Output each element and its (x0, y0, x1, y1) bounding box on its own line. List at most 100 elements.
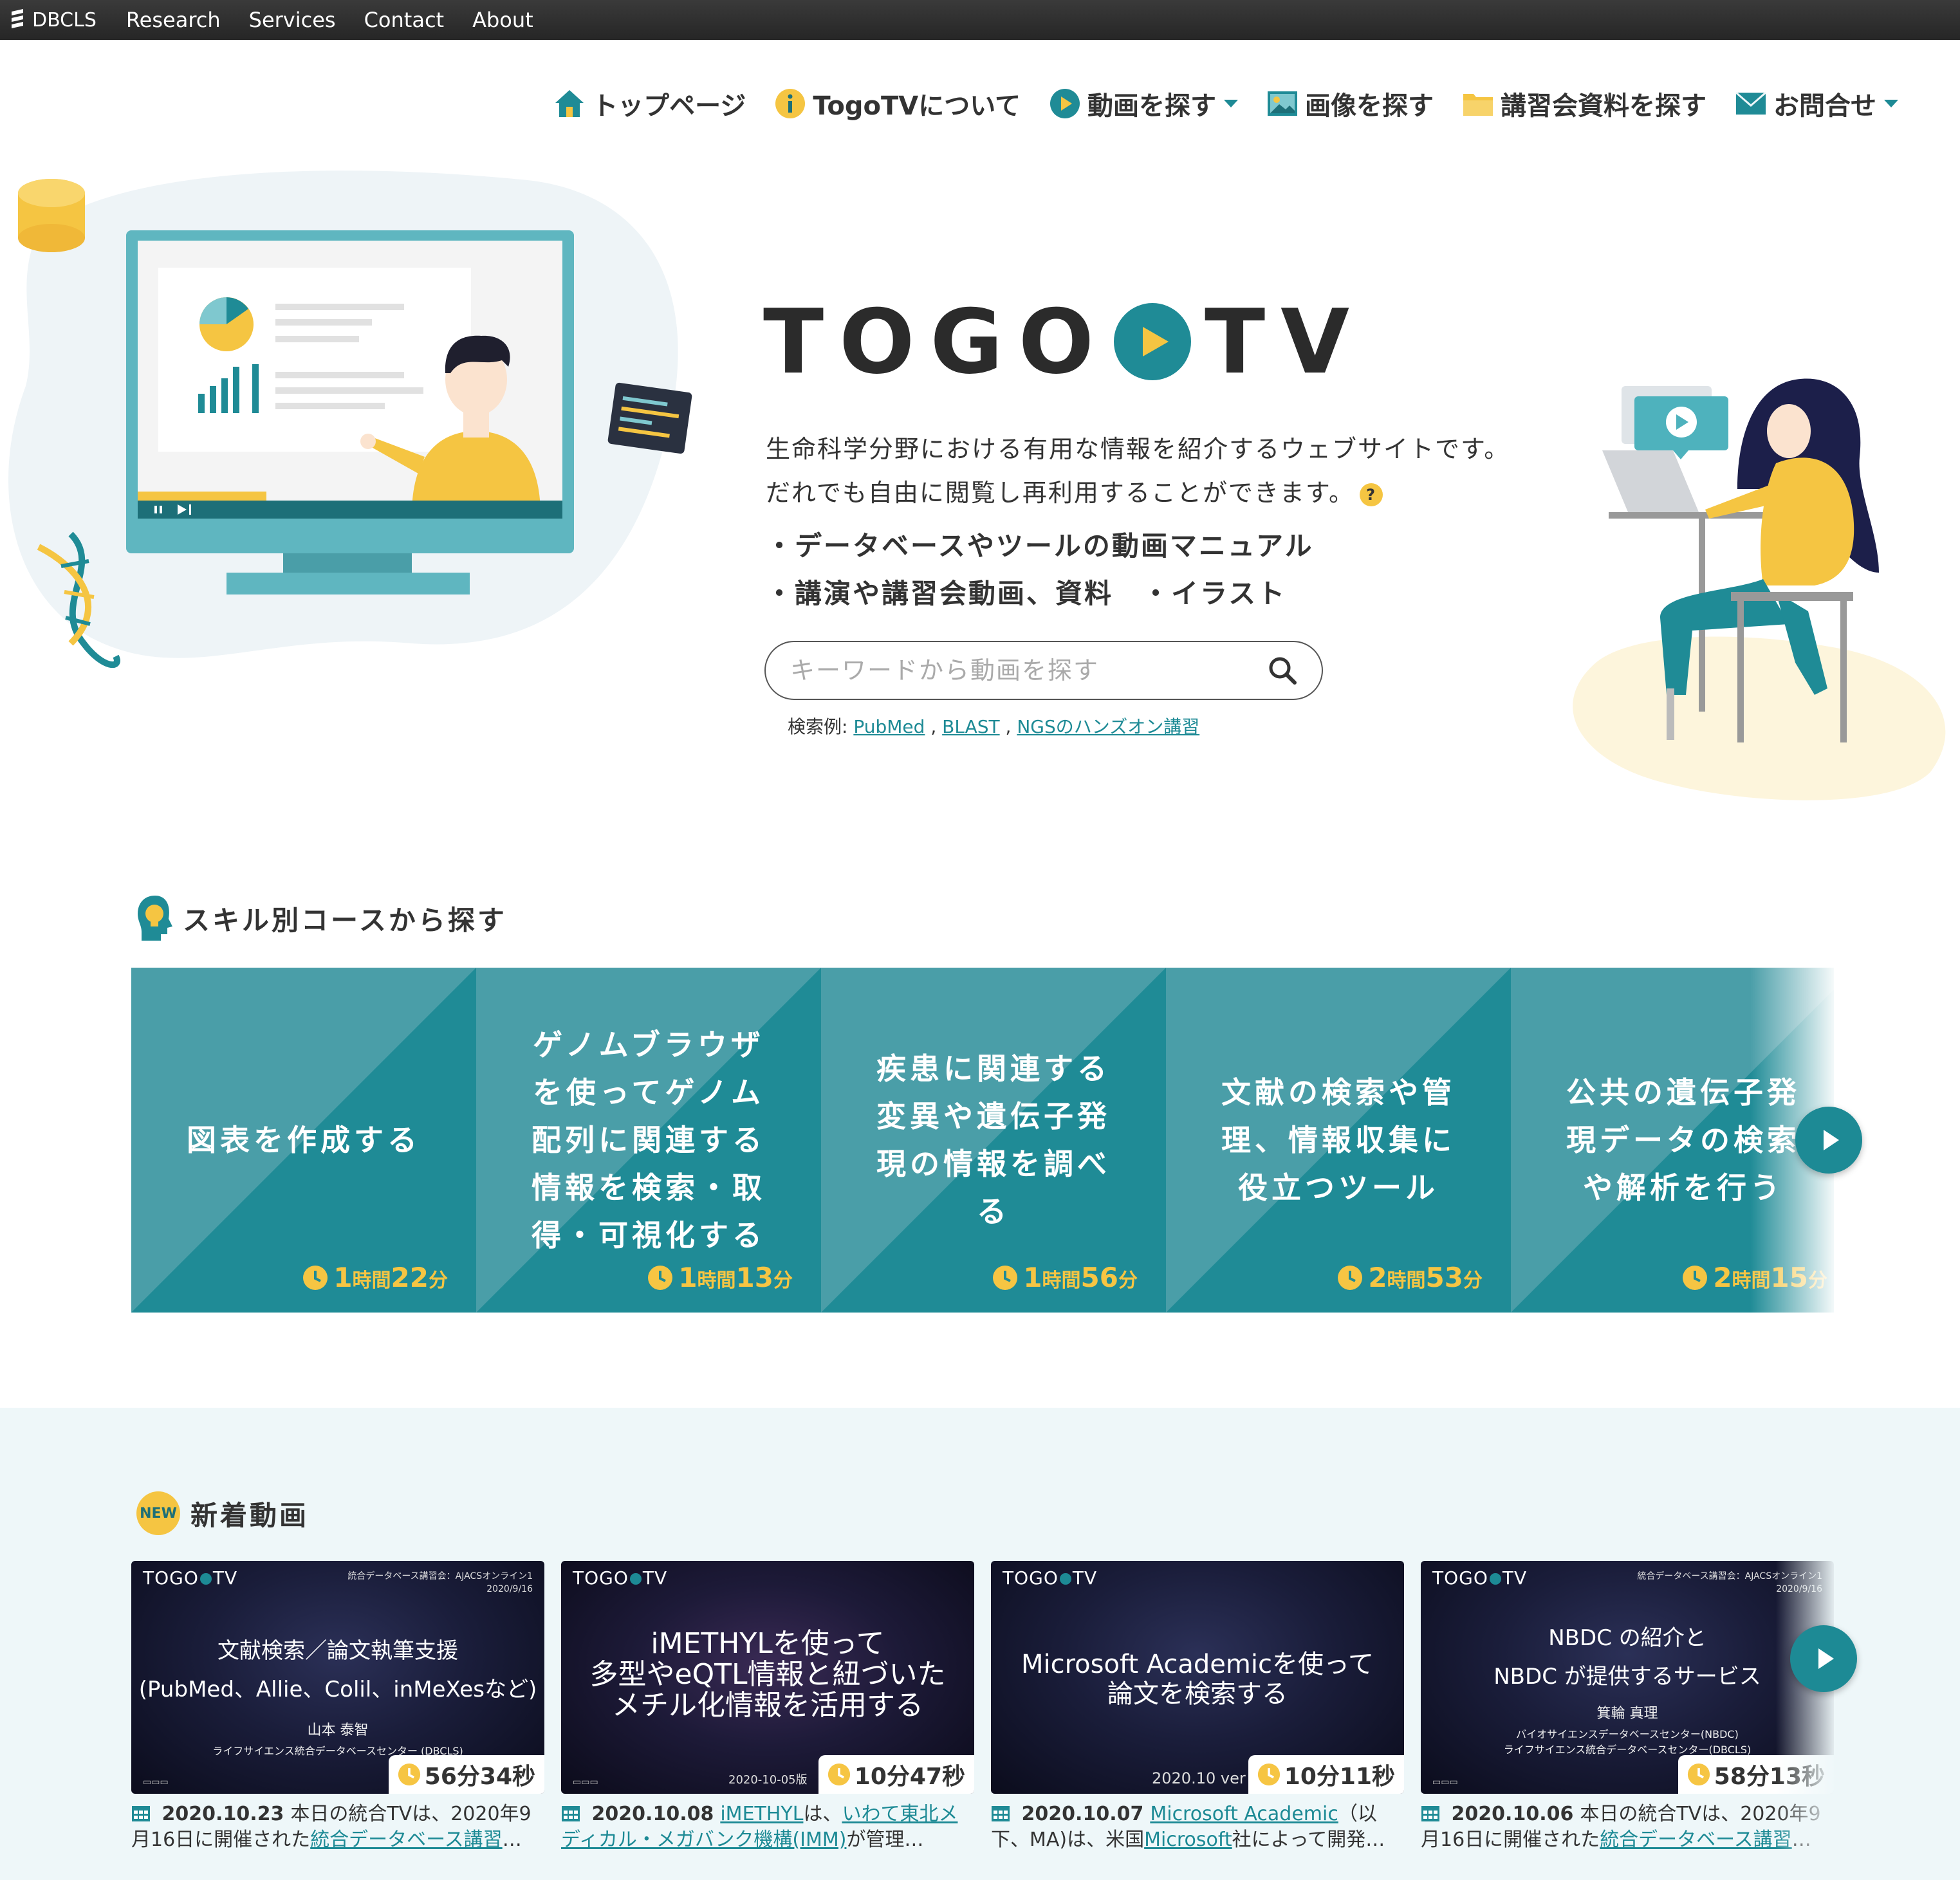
dbcls-brand[interactable]: DBCLS (10, 9, 97, 32)
example-link-ngs[interactable]: NGSのハンズオン講習 (1017, 716, 1199, 737)
course-duration: 2 時間 15 分 (1682, 1262, 1827, 1293)
video-desc-text: が管理… (846, 1829, 924, 1851)
course-carousel: 図表を作成する 1 時間 22 分 ゲノムブラウザを使ってゲノム配列に関連する情報を検… (131, 968, 1834, 1313)
search-icon[interactable] (1266, 654, 1299, 687)
help-icon[interactable]: ? (1360, 483, 1383, 506)
coin-stack-icon (18, 179, 85, 252)
clock-icon (993, 1265, 1018, 1290)
duration-text: 10分47秒 (854, 1764, 965, 1790)
dbcls-top-bar: DBCLS Research Services Contact About (0, 0, 1960, 40)
course-duration: 1 時間 56 分 (992, 1262, 1138, 1293)
duration-text: 56分34秒 (424, 1764, 535, 1790)
new-badge: NEW (136, 1491, 180, 1535)
thumb-logo-right: TV (1072, 1567, 1098, 1589)
nav-item-label: 画像を探す (1305, 91, 1434, 121)
arrow-right-icon (1824, 1130, 1839, 1150)
topbar-link-services[interactable]: Services (249, 8, 336, 32)
thumb-speaker: 山本 泰智 (307, 1722, 369, 1738)
cc-license-icon: ▭▭▭ (573, 1777, 598, 1787)
course-hours-unit: 時間 (352, 1269, 391, 1292)
video-thumbnail[interactable]: TOGO TV iMETHYLを使って 多型やeQTL情報と紐づいた メチル化情報… (561, 1561, 974, 1794)
hero-bullets: ・データベースやツールの動画マニュアル ・講演や講習会動画、資料 ・イラスト (766, 522, 1314, 618)
video-desc-link[interactable]: 統合データベース講習 (1600, 1829, 1792, 1851)
course-title: 文献の検索や管理、情報収集に役立つツール (1221, 1075, 1456, 1205)
nav-item-about-togotv[interactable]: TogoTVについて (774, 85, 1021, 122)
video-next-button[interactable] (1790, 1625, 1857, 1692)
nav-item-find-materials[interactable]: 講習会資料を探す (1462, 85, 1706, 122)
video-thumbnail[interactable]: TOGO TV 統合データベース講習会：AJACSオンライン1 2020/9/16… (131, 1561, 544, 1794)
course-minutes: 13 (735, 1262, 773, 1293)
search-examples-label: 検索例: (788, 716, 848, 737)
video-card[interactable]: TOGO TV iMETHYLを使って 多型やeQTL情報と紐づいた メチル化情報… (561, 1561, 974, 1857)
hero-description-line1: 生命科学分野における有用な情報を紹介するウェブサイトです。 (766, 435, 1510, 463)
thumbnail-info: 統合データベース講習会：AJACSオンライン1 2020/9/16 (1637, 1570, 1822, 1596)
thumb-title-line: NBDC が提供するサービス (1493, 1664, 1761, 1690)
nav-item-contact[interactable]: お問合せ (1735, 85, 1898, 122)
video-desc-link[interactable]: 統合データベース講習 (310, 1829, 503, 1851)
course-card[interactable]: 文献の検索や管理、情報収集に役立つツール 2 時間 53 分 (1166, 968, 1511, 1313)
course-hours: 1 (333, 1262, 353, 1293)
topbar-link-contact[interactable]: Contact (364, 8, 445, 32)
skill-course-heading: スキル別コースから探す (136, 894, 507, 942)
course-minutes-unit: 分 (429, 1269, 448, 1292)
video-desc-link[interactable]: Microsoft (1144, 1829, 1232, 1851)
new-videos-title: 新着動画 (190, 1499, 310, 1531)
calendar-icon (562, 1806, 580, 1821)
video-duration: 10分11秒 (1248, 1755, 1404, 1794)
video-duration: 56分34秒 (388, 1755, 544, 1794)
video-date: 2020.10.08 (591, 1803, 714, 1825)
video-date: 2020.10.07 (1021, 1803, 1144, 1825)
example-separator: , (1005, 716, 1012, 737)
course-minutes: 56 (1080, 1262, 1118, 1293)
video-card[interactable]: TOGO TV Microsoft Academicを使って 論文を検索する 20… (991, 1561, 1404, 1857)
thumbnail-logo: TOGO TV (1432, 1567, 1527, 1589)
course-card[interactable]: 図表を作成する 1 時間 22 分 (131, 968, 476, 1313)
hero-description-line2: だれでも自由に閲覧し再利用することができます。 (766, 479, 1355, 507)
video-thumbnail[interactable]: TOGO TV 統合データベース講習会：AJACSオンライン1 2020/9/16… (1421, 1561, 1834, 1794)
topbar-link-about[interactable]: About (472, 8, 533, 32)
search-input[interactable] (790, 656, 1241, 685)
topbar-link-research[interactable]: Research (126, 8, 221, 32)
main-nav: トップページ TogoTVについて 動画を探す 画像を探す 講習会資料を探す お… (553, 85, 1898, 122)
example-link-blast[interactable]: BLAST (942, 716, 999, 737)
video-desc-text: … (502, 1829, 522, 1851)
example-link-pubmed[interactable]: PubMed (853, 716, 925, 737)
video-desc-link[interactable]: iMETHYL (720, 1803, 803, 1825)
nav-item-find-videos[interactable]: 動画を探す (1049, 85, 1238, 122)
video-date: 2020.10.23 (162, 1803, 284, 1825)
course-hours-unit: 時間 (1732, 1269, 1771, 1292)
video-meta: 2020.10.07 Microsoft Academic（以下、MA)は、米国M… (991, 1802, 1404, 1853)
course-card[interactable]: 公共の遺伝子発現データの検索や解析を行う 2 時間 15 分 (1511, 968, 1834, 1313)
course-next-button[interactable] (1795, 1107, 1862, 1174)
clock-icon (1687, 1763, 1710, 1786)
thumb-version: 2020-10-05版 (728, 1773, 808, 1787)
course-minutes: 22 (391, 1262, 429, 1293)
course-card[interactable]: ゲノムブラウザを使ってゲノム配列に関連する情報を検索・取得・可視化する 1 時間 1… (476, 968, 821, 1313)
dbcls-logo-icon (12, 9, 23, 28)
video-date: 2020.10.06 (1451, 1803, 1574, 1825)
course-minutes: 53 (1425, 1262, 1463, 1293)
hero-bullet: ・データベースやツールの動画マニュアル (766, 530, 1314, 562)
thumb-logo-right: TV (642, 1567, 668, 1589)
thumb-info-line: 2020/9/16 (1776, 1584, 1822, 1594)
video-card[interactable]: TOGO TV 統合データベース講習会：AJACSオンライン1 2020/9/16… (131, 1561, 544, 1857)
thumb-logo-left: TOGO (573, 1567, 629, 1589)
nav-item-label: 講習会資料を探す (1501, 91, 1706, 121)
video-duration: 10分47秒 (818, 1755, 974, 1794)
course-hours-unit: 時間 (1042, 1269, 1081, 1292)
video-card[interactable]: TOGO TV 統合データベース講習会：AJACSオンライン1 2020/9/16… (1421, 1561, 1834, 1857)
example-separator: , (930, 716, 937, 737)
video-meta: 2020.10.23 本日の統合TVは、2020年9月16日に開催された統合データ… (131, 1802, 544, 1853)
video-thumbnail[interactable]: TOGO TV Microsoft Academicを使って 論文を検索する 20… (991, 1561, 1404, 1794)
course-duration: 1 時間 22 分 (302, 1262, 448, 1293)
search-box (764, 641, 1323, 700)
course-hours: 2 (1713, 1262, 1732, 1293)
course-card[interactable]: 疾患に関連する変異や遺伝子発現の情報を調べる 1 時間 56 分 (821, 968, 1166, 1313)
nav-item-top-page[interactable]: トップページ (553, 85, 746, 122)
nav-item-find-images[interactable]: 画像を探す (1266, 85, 1434, 122)
nav-item-label: お問合せ (1773, 91, 1876, 121)
mail-icon (1735, 91, 1766, 115)
thumb-logo-left: TOGO (1432, 1567, 1488, 1589)
course-minutes-unit: 分 (1808, 1269, 1827, 1292)
video-desc-link[interactable]: Microsoft Academic (1150, 1803, 1338, 1825)
